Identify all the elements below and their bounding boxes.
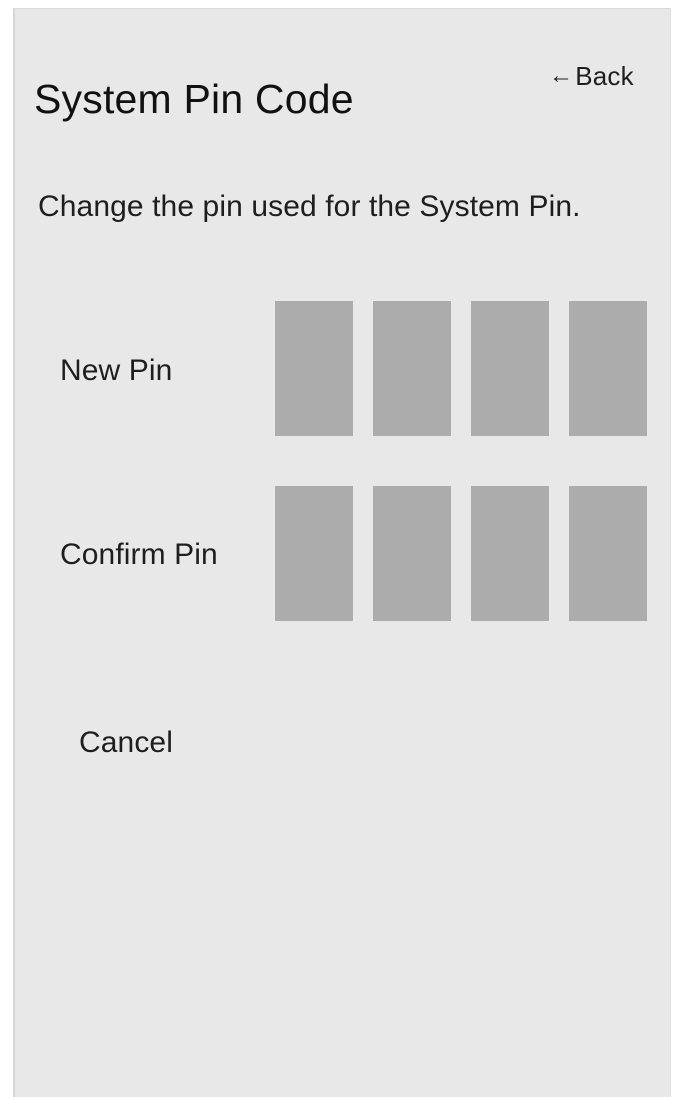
page-description: Change the pin used for the System Pin.	[38, 190, 581, 223]
confirm-pin-digit-3[interactable]	[471, 486, 549, 621]
new-pin-digit-3[interactable]	[471, 301, 549, 436]
cancel-button[interactable]: Cancel	[79, 726, 173, 760]
new-pin-input-group	[275, 301, 647, 436]
confirm-pin-label: Confirm Pin	[60, 538, 218, 571]
new-pin-label: New Pin	[60, 354, 173, 387]
new-pin-digit-2[interactable]	[373, 301, 451, 436]
confirm-pin-digit-4[interactable]	[569, 486, 647, 621]
back-label: Back	[575, 61, 634, 91]
confirm-pin-input-group	[275, 486, 647, 621]
confirm-pin-digit-2[interactable]	[373, 486, 451, 621]
back-arrow-icon: ←	[549, 61, 574, 89]
new-pin-digit-1[interactable]	[275, 301, 353, 436]
new-pin-digit-4[interactable]	[569, 301, 647, 436]
confirm-pin-digit-1[interactable]	[275, 486, 353, 621]
back-button[interactable]: ← Back	[549, 61, 634, 92]
page-title: System Pin Code	[34, 76, 354, 122]
